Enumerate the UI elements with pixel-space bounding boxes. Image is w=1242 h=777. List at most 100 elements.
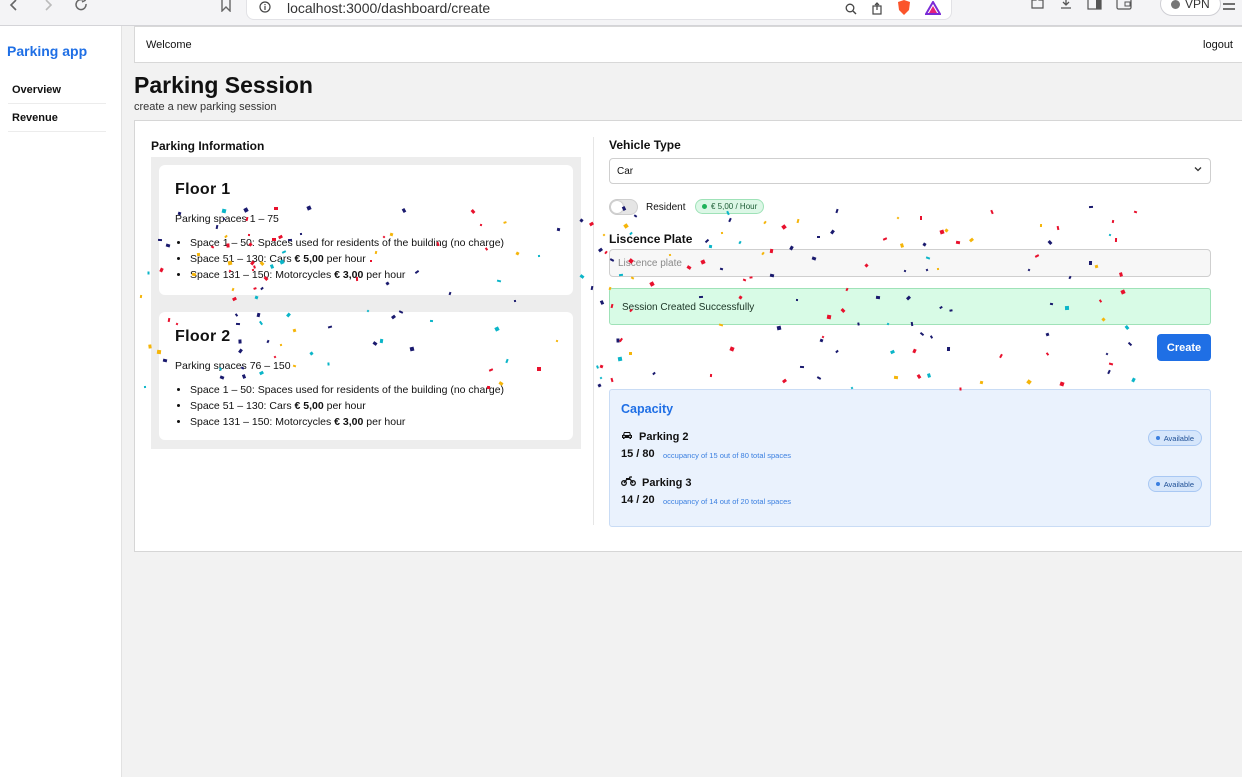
share-icon[interactable] <box>871 1 883 20</box>
rule-price: € 5,00 <box>294 253 324 265</box>
vehicle-type-select[interactable]: Car <box>609 158 1211 184</box>
page-subtitle: create a new parking session <box>134 101 277 113</box>
floor-title: Floor 2 <box>175 328 231 345</box>
capacity-panel: Capacity Parking 2 15 / 80 occupancy of … <box>609 389 1211 527</box>
capacity-row: Parking 2 15 / 80 occupancy of 15 out of… <box>621 430 1202 464</box>
sidebar-item-label: Overview <box>12 83 61 96</box>
extensions-icon[interactable] <box>1030 0 1045 15</box>
resident-toggle[interactable] <box>609 199 638 215</box>
forward-icon[interactable] <box>38 0 58 16</box>
rule-text: per hour <box>323 253 366 265</box>
capacity-name: Parking 2 <box>639 430 689 443</box>
page-title: Parking Session <box>134 72 313 98</box>
vpn-label: VPN <box>1185 0 1210 11</box>
status-dot-icon <box>1155 482 1160 486</box>
list-item: Space 1 – 50: Spaces used for residents … <box>190 235 557 251</box>
status-dot-icon <box>1155 436 1160 440</box>
vehicle-type-value: Car <box>617 166 634 177</box>
sidebar-item-overview[interactable]: Overview <box>8 76 106 104</box>
brave-rewards-icon[interactable] <box>924 0 942 20</box>
back-icon[interactable] <box>4 0 24 16</box>
floor-rules: Space 1 – 50: Spaces used for residents … <box>175 382 557 430</box>
sidebar-toggle-icon[interactable] <box>1087 0 1102 15</box>
rule-text: Space 131 – 150: Motorcycles <box>190 416 335 428</box>
list-item: Space 1 – 50: Spaces used for residents … <box>190 382 557 398</box>
wallet-icon[interactable] <box>1116 0 1132 15</box>
bookmark-icon[interactable] <box>216 0 236 16</box>
status-badge: Available <box>1147 476 1202 492</box>
list-item: Space 51 – 130: Cars € 5,00 per hour <box>190 398 557 414</box>
capacity-count: 14 / 20 <box>621 494 655 506</box>
vpn-button[interactable]: VPN <box>1160 0 1221 16</box>
rule-text: per hour <box>323 400 366 412</box>
create-button[interactable]: Create <box>1157 334 1211 361</box>
motorcycle-icon <box>621 476 636 489</box>
list-item: Space 131 – 150: Motorcycles € 3,00 per … <box>190 414 557 430</box>
browser-toolbar: localhost:3000/dashboard/create VPN <box>0 0 1242 26</box>
column-divider <box>593 137 594 525</box>
vpn-status-icon <box>1171 0 1180 9</box>
rule-text: Space 1 – 50: Spaces used for residents … <box>190 384 505 396</box>
rule-price: € 3,00 <box>334 416 364 428</box>
floor-range: Parking spaces 1 – 75 <box>175 213 279 225</box>
floor-card: Floor 2 Parking spaces 76 – 150 Space 1 … <box>159 312 573 440</box>
capacity-title: Capacity <box>621 402 674 416</box>
status-badge-text: Available <box>1163 479 1194 489</box>
session-form: Vehicle Type Car Resident € 5,00 / Hour … <box>609 138 1211 527</box>
logout-link[interactable]: logout <box>1203 39 1233 51</box>
floors-container: Floor 1 Parking spaces 1 – 75 Space 1 – … <box>151 157 581 449</box>
plate-label: Liscence Plate <box>609 232 693 246</box>
top-bar: Welcome logout <box>134 26 1242 63</box>
session-form-card: Parking Information Floor 1 Parking spac… <box>134 120 1242 552</box>
welcome-text: Welcome <box>146 39 192 51</box>
floor-title: Floor 1 <box>175 181 231 198</box>
capacity-name: Parking 3 <box>642 476 692 489</box>
menu-icon[interactable] <box>1222 0 1236 15</box>
rule-text: Space 1 – 50: Spaces used for residents … <box>190 237 505 249</box>
rule-text: per hour <box>363 269 406 281</box>
price-badge: € 5,00 / Hour <box>695 199 765 214</box>
capacity-description: occupancy of 14 out of 20 total spaces <box>663 497 792 506</box>
list-item: Space 131 – 150: Motorcycles € 3,00 per … <box>190 267 557 283</box>
status-badge-text: Available <box>1163 433 1194 443</box>
rule-price: € 5,00 <box>294 400 324 412</box>
resident-label: Resident <box>646 202 686 213</box>
sidebar-item-revenue[interactable]: Revenue <box>8 104 106 132</box>
rule-text: per hour <box>363 416 406 428</box>
rule-text: Space 51 – 130: Cars <box>190 253 295 265</box>
site-info-icon[interactable] <box>259 0 271 18</box>
status-dot-icon <box>702 204 707 209</box>
success-message: Session Created Successfully <box>622 302 755 313</box>
floor-rules: Space 1 – 50: Spaces used for residents … <box>175 235 557 283</box>
toggle-knob <box>611 201 623 213</box>
success-alert: Session Created Successfully <box>609 288 1211 325</box>
capacity-row: Parking 3 14 / 20 occupancy of 14 out of… <box>621 476 1202 510</box>
address-bar[interactable]: localhost:3000/dashboard/create <box>246 0 952 20</box>
vehicle-type-label: Vehicle Type <box>609 138 681 152</box>
license-plate-input[interactable]: Liscence plate <box>609 249 1211 277</box>
sidebar: Parking app Overview Revenue <box>0 26 122 777</box>
app-title[interactable]: Parking app <box>7 43 87 59</box>
reload-icon[interactable] <box>72 0 92 16</box>
rule-text: Space 51 – 130: Cars <box>190 400 295 412</box>
floor-range: Parking spaces 76 – 150 <box>175 360 291 372</box>
zoom-icon[interactable] <box>845 2 857 20</box>
url-text: localhost:3000/dashboard/create <box>287 0 491 16</box>
status-badge: Available <box>1147 430 1202 446</box>
downloads-icon[interactable] <box>1059 0 1073 15</box>
list-item: Space 51 – 130: Cars € 5,00 per hour <box>190 251 557 267</box>
capacity-count: 15 / 80 <box>621 448 655 460</box>
capacity-row-header: Parking 3 <box>621 476 692 489</box>
brave-shield-icon[interactable] <box>897 0 911 21</box>
floor-card: Floor 1 Parking spaces 1 – 75 Space 1 – … <box>159 165 573 295</box>
capacity-row-header: Parking 2 <box>621 430 689 443</box>
sidebar-item-label: Revenue <box>12 111 58 124</box>
chevron-down-icon <box>1193 164 1203 177</box>
parking-information: Parking Information Floor 1 Parking spac… <box>151 139 581 449</box>
car-icon <box>621 430 633 443</box>
plate-placeholder: Liscence plate <box>618 258 682 269</box>
price-badge-text: € 5,00 / Hour <box>711 202 758 211</box>
rule-price: € 3,00 <box>334 269 364 281</box>
rule-text: Space 131 – 150: Motorcycles <box>190 269 335 281</box>
capacity-description: occupancy of 15 out of 80 total spaces <box>663 451 792 460</box>
